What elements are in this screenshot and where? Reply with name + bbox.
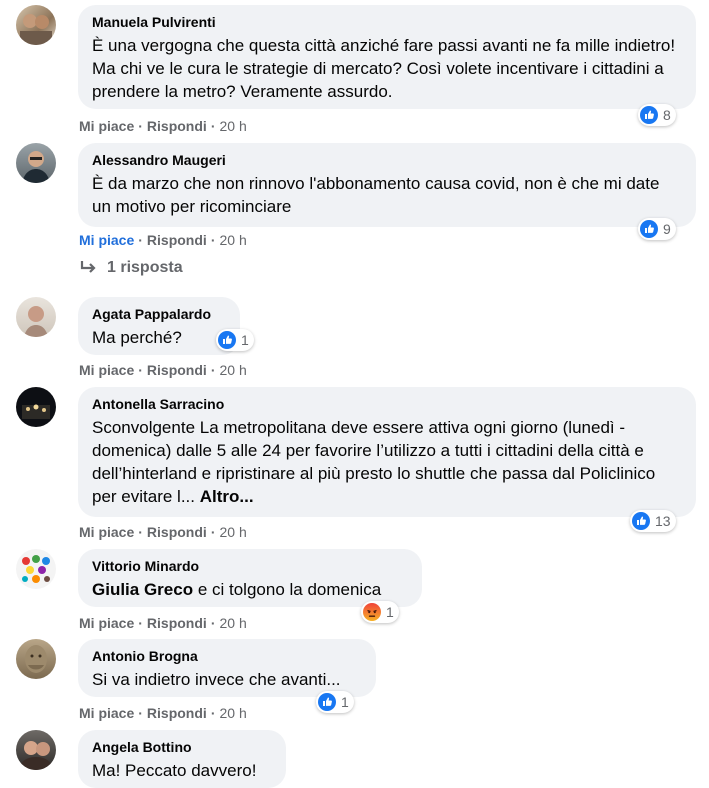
reaction-count: 9 bbox=[663, 221, 671, 237]
separator: · bbox=[210, 232, 216, 248]
separator: · bbox=[138, 232, 143, 248]
view-replies-link[interactable]: 1 risposta bbox=[79, 259, 183, 277]
timestamp[interactable]: 20 h bbox=[219, 232, 246, 248]
reply-button[interactable]: Rispondi bbox=[147, 118, 207, 134]
comment-text: Si va indietro invece che avanti... bbox=[92, 670, 341, 689]
mention-link[interactable]: Giulia Greco bbox=[92, 580, 193, 599]
timestamp[interactable]: 20 h bbox=[219, 362, 246, 378]
like-icon bbox=[632, 512, 650, 530]
avatar[interactable] bbox=[16, 639, 56, 679]
timestamp[interactable]: 20 h bbox=[219, 705, 246, 721]
reaction-summary[interactable]: 1 bbox=[316, 691, 354, 713]
reaction-summary[interactable]: 1 bbox=[361, 601, 399, 623]
comment-text: È da marzo che non rinnovo l'abbonamento… bbox=[92, 174, 660, 216]
separator: · bbox=[210, 118, 216, 134]
comment-actions: Mi piace · Rispondi · 20 h bbox=[79, 361, 247, 379]
like-icon bbox=[640, 106, 658, 124]
reaction-count: 1 bbox=[241, 332, 249, 348]
avatar-image bbox=[24, 306, 48, 337]
comment-actions: Mi piace · Rispondi · 20 h bbox=[79, 614, 247, 632]
avatar-image bbox=[22, 404, 50, 419]
avatar[interactable] bbox=[16, 549, 56, 589]
reaction-summary[interactable]: 8 bbox=[638, 104, 676, 126]
timestamp[interactable]: 20 h bbox=[219, 524, 246, 540]
separator: · bbox=[138, 118, 143, 134]
like-button[interactable]: Mi piace bbox=[79, 705, 134, 721]
comment-bubble: Antonella Sarracino Sconvolgente La metr… bbox=[78, 387, 696, 517]
avatar-image bbox=[22, 151, 50, 183]
reaction-summary[interactable]: 13 bbox=[630, 510, 676, 532]
reaction-count: 8 bbox=[663, 107, 671, 123]
like-button[interactable]: Mi piace bbox=[79, 232, 134, 248]
replies-count: 1 risposta bbox=[107, 259, 183, 276]
separator: · bbox=[138, 705, 143, 721]
reaction-summary[interactable]: 1 bbox=[216, 329, 254, 351]
reaction-count: 13 bbox=[655, 513, 671, 529]
comment-body: Sconvolgente La metropolitana deve esser… bbox=[92, 418, 656, 506]
like-icon bbox=[318, 693, 336, 711]
separator: · bbox=[138, 362, 143, 378]
reply-button[interactable]: Rispondi bbox=[147, 615, 207, 631]
avatar-image bbox=[25, 645, 47, 673]
reply-arrow-icon bbox=[80, 261, 96, 273]
like-icon bbox=[218, 331, 236, 349]
separator: · bbox=[210, 705, 216, 721]
comment-author[interactable]: Alessandro Maugeri bbox=[92, 151, 682, 169]
see-more-link[interactable]: Altro... bbox=[200, 487, 254, 506]
avatar[interactable] bbox=[16, 730, 56, 770]
comment-author[interactable]: Vittorio Minardo bbox=[92, 557, 408, 575]
like-icon bbox=[640, 220, 658, 238]
reaction-summary[interactable]: 9 bbox=[638, 218, 676, 240]
comment-text: Giulia Greco e ci tolgono la domenica bbox=[92, 578, 408, 601]
reaction-count: 1 bbox=[386, 604, 394, 620]
like-button[interactable]: Mi piace bbox=[79, 362, 134, 378]
comment-bubble: Manuela Pulvirenti È una vergogna che qu… bbox=[78, 5, 696, 109]
comment-author[interactable]: Antonella Sarracino bbox=[92, 395, 682, 413]
comment-actions: Mi piace · Rispondi · 20 h bbox=[79, 117, 247, 135]
reply-button[interactable]: Rispondi bbox=[147, 524, 207, 540]
like-button[interactable]: Mi piace bbox=[79, 615, 134, 631]
avatar-image bbox=[22, 555, 50, 583]
separator: · bbox=[210, 524, 216, 540]
comment-text: Ma perché? bbox=[92, 328, 182, 347]
comment-bubble: Antonio Brogna Si va indietro invece che… bbox=[78, 639, 376, 697]
separator: · bbox=[210, 615, 216, 631]
like-button[interactable]: Mi piace bbox=[79, 118, 134, 134]
reply-button[interactable]: Rispondi bbox=[147, 362, 207, 378]
like-button[interactable]: Mi piace bbox=[79, 524, 134, 540]
separator: · bbox=[138, 615, 143, 631]
avatar-image bbox=[20, 14, 52, 45]
avatar[interactable] bbox=[16, 143, 56, 183]
reply-button[interactable]: Rispondi bbox=[147, 705, 207, 721]
avatar[interactable] bbox=[16, 297, 56, 337]
comment-bubble: Angela Bottino Ma! Peccato davvero! bbox=[78, 730, 286, 788]
avatar[interactable] bbox=[16, 387, 56, 427]
avatar-image bbox=[18, 741, 54, 770]
separator: · bbox=[138, 524, 143, 540]
comment-actions: Mi piace · Rispondi · 20 h bbox=[79, 231, 247, 249]
comment-bubble: Alessandro Maugeri È da marzo che non ri… bbox=[78, 143, 696, 227]
comment-actions: Mi piace · Rispondi · 20 h bbox=[79, 704, 247, 722]
comment-actions: Mi piace · Rispondi · 20 h bbox=[79, 523, 247, 541]
comment-author[interactable]: Antonio Brogna bbox=[92, 647, 362, 665]
comment-author[interactable]: Manuela Pulvirenti bbox=[92, 13, 682, 31]
avatar[interactable] bbox=[16, 5, 56, 45]
reaction-count: 1 bbox=[341, 694, 349, 710]
separator: · bbox=[210, 362, 216, 378]
comment-text: Sconvolgente La metropolitana deve esser… bbox=[92, 416, 682, 508]
comment-text: Ma! Peccato davvero! bbox=[92, 761, 257, 780]
comment-bubble: Vittorio Minardo Giulia Greco e ci tolgo… bbox=[78, 549, 422, 607]
comment-body: e ci tolgono la domenica bbox=[193, 580, 382, 599]
comment-author[interactable]: Angela Bottino bbox=[92, 738, 272, 756]
timestamp[interactable]: 20 h bbox=[219, 118, 246, 134]
angry-icon bbox=[363, 603, 381, 621]
reply-button[interactable]: Rispondi bbox=[147, 232, 207, 248]
comment-author[interactable]: Agata Pappalardo bbox=[92, 305, 226, 323]
comment-bubble: Agata Pappalardo Ma perché? bbox=[78, 297, 240, 355]
comment-text: È una vergogna che questa città anziché … bbox=[92, 36, 676, 101]
timestamp[interactable]: 20 h bbox=[219, 615, 246, 631]
